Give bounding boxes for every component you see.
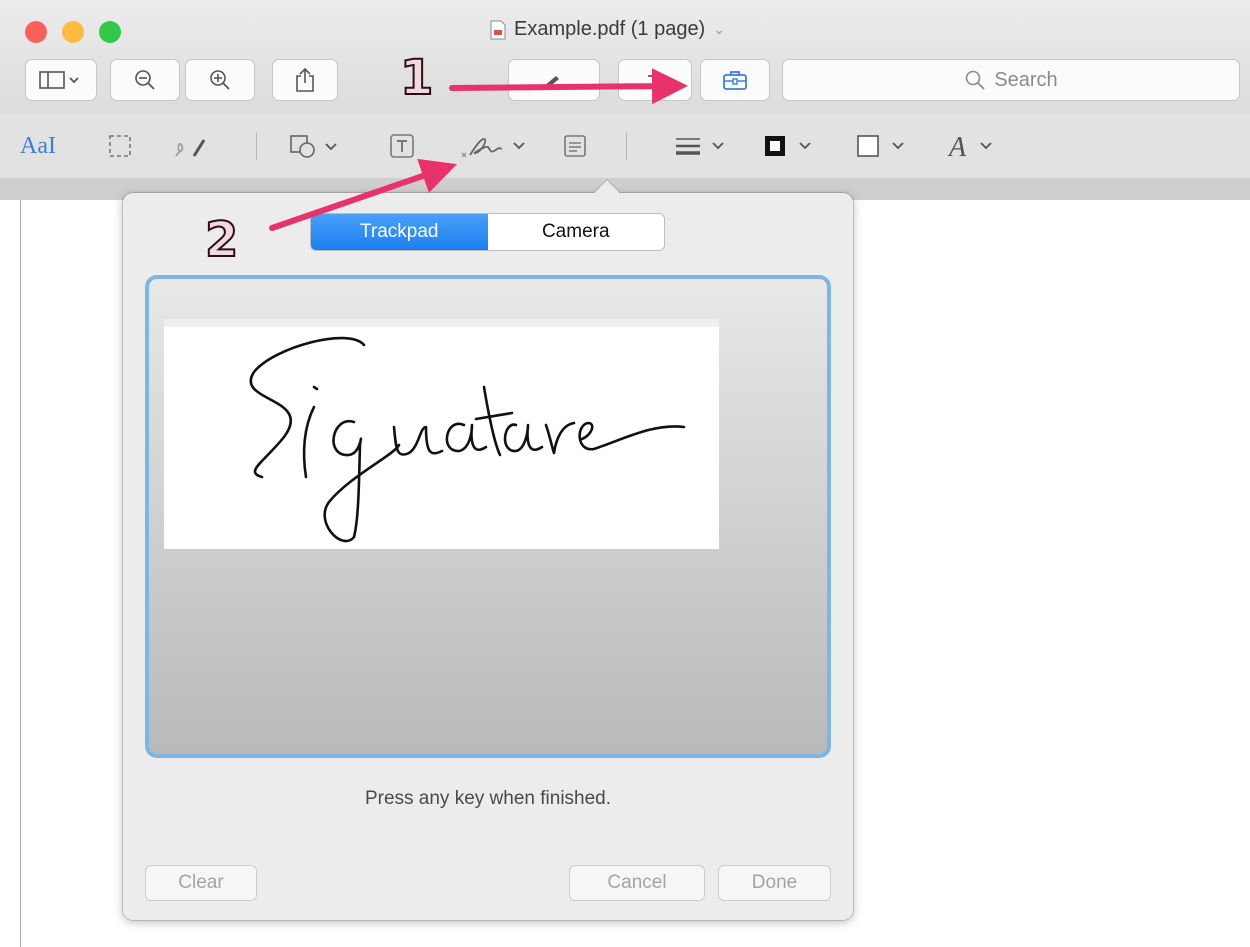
- tab-trackpad[interactable]: Trackpad: [311, 214, 488, 250]
- fill-color-button[interactable]: [855, 131, 917, 161]
- toolbar-divider: [256, 132, 257, 160]
- svg-text:A: A: [947, 132, 967, 161]
- rotate-icon: [648, 75, 661, 86]
- pdf-document-icon: [490, 20, 506, 39]
- fill-color-icon: [857, 135, 904, 157]
- signature-button[interactable]: [460, 131, 542, 161]
- note-icon: [564, 135, 586, 157]
- signature-icon: [461, 138, 525, 158]
- done-button[interactable]: Done: [718, 865, 831, 901]
- title-chevron-down-icon: ⌄: [713, 21, 725, 37]
- rectangular-selection-button[interactable]: [107, 131, 133, 161]
- search-field[interactable]: Search: [782, 59, 1240, 101]
- highlight-pen-icon: [544, 76, 559, 89]
- handwritten-signature: [249, 336, 686, 543]
- clear-button[interactable]: Clear: [145, 865, 257, 901]
- share-icon: [296, 67, 314, 92]
- selection-icon: [109, 135, 131, 157]
- border-color-icon: [765, 136, 811, 156]
- text-box-button[interactable]: [388, 131, 418, 161]
- signature-preview: [164, 319, 719, 549]
- text-font-button[interactable]: A: [945, 131, 1007, 161]
- note-button[interactable]: [562, 131, 588, 161]
- preview-window: Example.pdf (1 page) ⌄ Search AaI A Trac…: [0, 0, 1250, 947]
- shapes-button[interactable]: [288, 131, 346, 161]
- line-style-icon: [676, 138, 724, 155]
- share-button[interactable]: [272, 59, 338, 101]
- capture-method-segmented-control: Trackpad Camera: [310, 213, 665, 251]
- toolbox-icon: [723, 71, 747, 90]
- highlight-button[interactable]: [508, 59, 600, 101]
- window-title[interactable]: Example.pdf (1 page) ⌄: [490, 18, 725, 41]
- signature-popover: Trackpad Camera Press any key when finis…: [123, 180, 853, 920]
- search-placeholder: Search: [994, 68, 1058, 91]
- rotate-button[interactable]: [618, 59, 692, 101]
- text-style-button[interactable]: AaI: [20, 131, 56, 161]
- toolbar-divider: [626, 132, 627, 160]
- text-box-icon: [390, 134, 414, 158]
- zoom-in-icon: [210, 70, 230, 90]
- search-icon: [966, 70, 985, 90]
- line-style-button[interactable]: [673, 131, 735, 161]
- zoom-out-icon: [135, 70, 155, 90]
- sketch-button[interactable]: [172, 131, 212, 161]
- tab-camera[interactable]: Camera: [488, 214, 665, 250]
- border-color-button[interactable]: [762, 131, 824, 161]
- close-button[interactable]: [25, 21, 47, 43]
- markup-toolbar-button[interactable]: [700, 59, 770, 101]
- sketch-icon: [175, 139, 206, 157]
- minimize-button[interactable]: [62, 21, 84, 43]
- zoom-button[interactable]: [99, 21, 121, 43]
- shapes-icon: [290, 135, 337, 158]
- window-title-text: Example.pdf (1 page): [514, 18, 706, 40]
- callout-number-1: 1: [399, 49, 434, 107]
- title-bar: Example.pdf (1 page) ⌄ Search: [0, 0, 1250, 115]
- cancel-button[interactable]: Cancel: [569, 865, 705, 901]
- font-icon: A: [947, 132, 992, 161]
- signature-instruction: Press any key when finished.: [364, 788, 612, 809]
- markup-toolbar: AaI A: [0, 114, 1250, 179]
- sidebar-view-button[interactable]: [25, 59, 97, 101]
- zoom-in-button[interactable]: [185, 59, 255, 101]
- callout-number-2: 2: [204, 211, 239, 269]
- zoom-out-button[interactable]: [110, 59, 180, 101]
- sidebar-icon: [39, 71, 79, 89]
